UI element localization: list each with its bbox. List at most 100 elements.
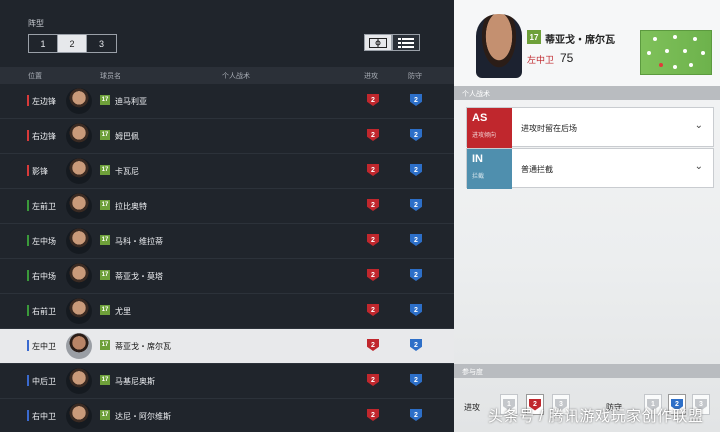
player-row[interactable]: 右前卫 17 尤里 2 2 [0, 294, 454, 329]
tactics-header: 个人战术 [454, 86, 720, 100]
defense-level-shield-icon[interactable]: 2 [410, 164, 422, 176]
formation-tabs: 1 2 3 [28, 34, 117, 53]
player-row[interactable]: 右中卫 17 达尼・阿尔维斯 2 2 [0, 399, 454, 432]
rating-badge: 17 [100, 410, 110, 420]
attack-level-shield-icon[interactable]: 2 [367, 94, 379, 106]
pitch-dot [673, 35, 677, 39]
attack-level-shield-icon[interactable]: 2 [367, 269, 379, 281]
col-position: 位置 [28, 73, 42, 80]
player-position: 中后卫 [32, 377, 56, 386]
player-avatar [66, 368, 92, 394]
col-tactic: 个人战术 [222, 73, 250, 80]
rating-badge: 17 [100, 165, 110, 175]
player-name: 尤里 [115, 307, 131, 316]
player-row[interactable]: 右边锋 17 姆巴佩 2 2 [0, 119, 454, 154]
player-row[interactable]: 左前卫 17 拉比奥特 2 2 [0, 189, 454, 224]
player-name: 拉比奥特 [115, 202, 147, 211]
col-player: 球员名 [100, 73, 121, 80]
attack-level-shield-icon[interactable]: 2 [367, 164, 379, 176]
pitch-dot [665, 49, 669, 53]
rating-badge: 17 [100, 375, 110, 385]
defense-level-shield-icon[interactable]: 2 [410, 269, 422, 281]
tactic-interception[interactable]: IN 拦截 普通拦截 ⌄ [466, 148, 714, 189]
player-row[interactable]: 影锋 17 卡瓦尼 2 2 [0, 154, 454, 189]
pitch-dot [693, 37, 697, 41]
rating-badge: 17 [100, 305, 110, 315]
attack-participation-label: 进攻 [464, 403, 480, 412]
rating-badge: 17 [100, 200, 110, 210]
defense-level-shield-icon[interactable]: 2 [410, 304, 422, 316]
defense-level-shield-icon[interactable]: 2 [410, 129, 422, 141]
attack-level-shield-icon[interactable]: 2 [367, 409, 379, 421]
player-row[interactable]: 左中卫 17 蒂亚戈・席尔瓦 2 2 [0, 329, 454, 364]
player-avatar [66, 158, 92, 184]
position-color-bar [27, 270, 29, 281]
attack-level-shield-icon[interactable]: 2 [367, 129, 379, 141]
list-view-button[interactable] [392, 34, 420, 51]
tactic-code-badge: AS 进攻倾向 [467, 108, 512, 148]
player-name: 蒂亚戈・莫塔 [115, 272, 163, 281]
defense-level-shield-icon[interactable]: 2 [410, 199, 422, 211]
pitch-dot [653, 37, 657, 41]
player-avatar [66, 263, 92, 289]
formation-tab-3[interactable]: 3 [87, 35, 116, 52]
player-name: 马基尼奥斯 [115, 377, 155, 386]
defense-level-shield-icon[interactable]: 2 [410, 94, 422, 106]
tactic-code-badge: IN 拦截 [467, 149, 512, 189]
col-defense: 防守 [408, 73, 422, 80]
rating-badge: 17 [100, 340, 110, 350]
mini-pitch [640, 30, 712, 75]
player-name: 迪马利亚 [115, 97, 147, 106]
player-row[interactable]: 左边锋 17 迪马利亚 2 2 [0, 84, 454, 119]
position-color-bar [27, 165, 29, 176]
defense-level-shield-icon[interactable]: 2 [410, 339, 422, 351]
participation-header: 参与度 [454, 364, 720, 378]
pitch-dot-selected [659, 63, 663, 67]
player-avatar [66, 228, 92, 254]
pitch-dot [647, 51, 651, 55]
player-avatar [66, 193, 92, 219]
player-row[interactable]: 中后卫 17 马基尼奥斯 2 2 [0, 364, 454, 399]
pitch-dot [701, 51, 705, 55]
rating-badge: 17 [100, 235, 110, 245]
tactic-value: 普通拦截 [521, 165, 553, 174]
player-name: 蒂亚戈・席尔瓦 [115, 342, 171, 351]
player-position: 左边锋 [32, 97, 56, 106]
player-avatar [66, 333, 92, 359]
rating-badge: 17 [100, 270, 110, 280]
player-position: 左中卫 [527, 55, 555, 65]
attack-level-shield-icon[interactable]: 2 [367, 234, 379, 246]
player-name: 姆巴佩 [115, 132, 139, 141]
position-color-bar [27, 130, 29, 141]
player-name: 达尼・阿尔维斯 [115, 412, 171, 421]
player-rating-badge: 17 [527, 30, 541, 44]
player-position: 右中卫 [32, 412, 56, 421]
formation-tab-1[interactable]: 1 [29, 35, 58, 52]
position-color-bar [27, 410, 29, 421]
defense-level-shield-icon[interactable]: 2 [410, 374, 422, 386]
defense-level-shield-icon[interactable]: 2 [410, 409, 422, 421]
attack-level-shield-icon[interactable]: 2 [367, 304, 379, 316]
tactic-attack-tendency[interactable]: AS 进攻倾向 进攻时留在后场 ⌄ [466, 107, 714, 148]
defense-level-shield-icon[interactable]: 2 [410, 234, 422, 246]
player-avatar [66, 123, 92, 149]
formation-tab-2[interactable]: 2 [58, 35, 87, 52]
player-row[interactable]: 左中场 17 马科・维拉蒂 2 2 [0, 224, 454, 259]
attack-level-shield-icon[interactable]: 2 [367, 374, 379, 386]
pitch-view-button[interactable] [364, 34, 392, 51]
attack-level-shield-icon[interactable]: 2 [367, 339, 379, 351]
player-name: 马科・维拉蒂 [115, 237, 163, 246]
player-row[interactable]: 右中场 17 蒂亚戈・莫塔 2 2 [0, 259, 454, 294]
player-position: 左中场 [32, 237, 56, 246]
table-header: 位置 球员名 个人战术 进攻 防守 [0, 67, 454, 84]
chevron-down-icon: ⌄ [694, 120, 703, 131]
player-card: 17 蒂亚戈・席尔瓦 左中卫 75 [454, 0, 720, 86]
player-name: 蒂亚戈・席尔瓦 [545, 35, 615, 46]
player-detail-panel: 17 蒂亚戈・席尔瓦 左中卫 75 个人战术 AS 进攻倾向 进攻时留在后场 ⌄ … [454, 0, 720, 432]
formation-label: 阵型 [28, 19, 44, 28]
position-color-bar [27, 305, 29, 316]
player-avatar [66, 298, 92, 324]
pitch-dot [673, 65, 677, 69]
position-color-bar [27, 375, 29, 386]
attack-level-shield-icon[interactable]: 2 [367, 199, 379, 211]
